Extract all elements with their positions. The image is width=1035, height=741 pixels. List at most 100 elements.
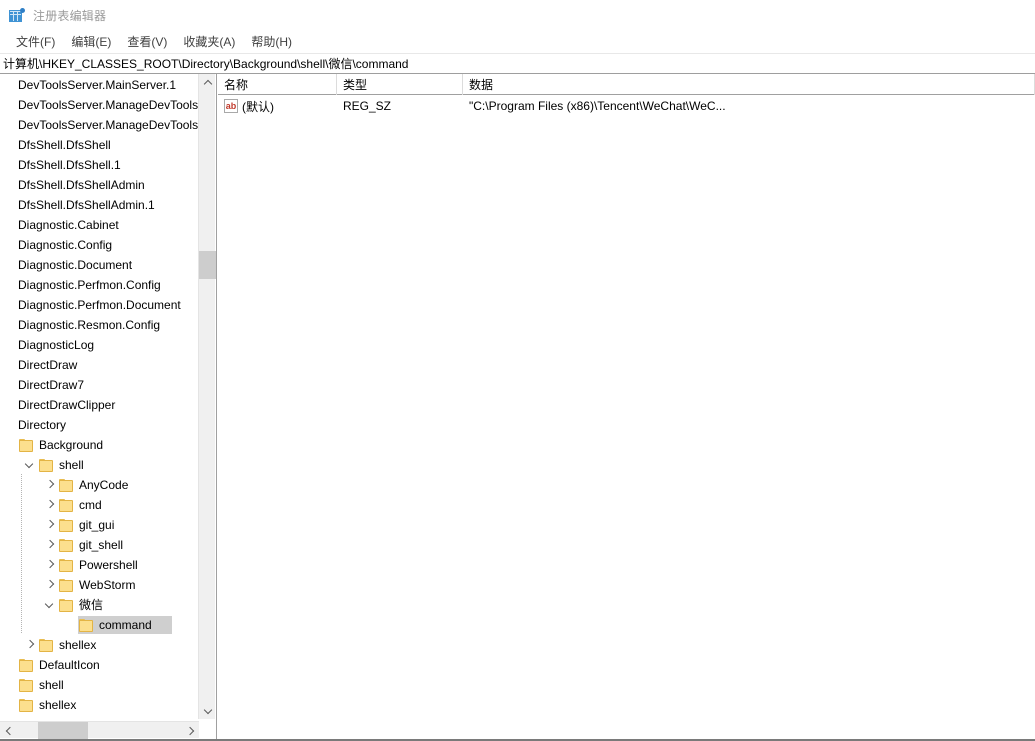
value-row[interactable]: ab (默认) REG_SZ "C:\Program Files (x86)\Tenc… [218,95,1035,117]
registry-tree: DevToolsServer.MainServer.1 DevToolsServe… [0,74,199,715]
tree-item[interactable]: Diagnostic.Perfmon.Config [0,275,199,295]
scroll-right-button[interactable] [182,722,199,739]
values-list: ab (默认) REG_SZ "C:\Program Files (x86)\Tenc… [218,95,1035,117]
tree-item[interactable]: DirectDrawClipper [0,395,199,415]
folder-icon [58,518,74,532]
tree-item-label: Directory [18,418,67,432]
tree-item[interactable]: shell [0,455,199,475]
tree-item[interactable]: DfsShell.DfsShellAdmin.1 [0,195,199,215]
tree-viewport: DevToolsServer.MainServer.1 DevToolsServe… [0,74,199,719]
tree-item-label: Diagnostic.Perfmon.Config [18,278,161,292]
expand-chevron-icon[interactable] [43,475,58,495]
tree-item[interactable]: DiagnosticLog [0,335,199,355]
tree-item-label: WebStorm [79,578,136,592]
tree-item-label: Diagnostic.Cabinet [18,218,119,232]
column-type[interactable]: 类型 [337,74,463,95]
tree-item[interactable]: Background [0,435,199,455]
chevron-down-icon [203,705,212,714]
menu-edit[interactable]: 编辑(E) [63,31,119,53]
tree-item-label: DiagnosticLog [18,338,95,352]
tree-item[interactable]: DefaultIcon [0,655,199,675]
collapse-chevron-icon[interactable] [43,595,58,615]
scroll-down-button[interactable] [199,702,216,719]
chevron-right-icon [185,726,194,735]
expand-chevron-icon[interactable] [43,535,58,555]
tree-item[interactable]: shellex [0,695,199,715]
tree-item[interactable]: Diagnostic.Cabinet [0,215,199,235]
tree-item-label: Diagnostic.Resmon.Config [18,318,161,332]
tree-item-selected[interactable]: command [0,615,199,635]
menu-file[interactable]: 文件(F) [8,31,63,53]
column-data[interactable]: 数据 [463,74,1035,95]
tree-item[interactable]: git_shell [0,535,199,555]
tree-item[interactable]: AnyCode [0,475,199,495]
tree-item[interactable]: DfsShell.DfsShell.1 [0,155,199,175]
value-type-cell: REG_SZ [343,99,392,113]
tree-item[interactable]: DirectDraw7 [0,375,199,395]
tree-item[interactable]: cmd [0,495,199,515]
title-bar: 注册表编辑器 [0,0,1035,31]
tree-item[interactable]: Directory [0,415,199,435]
tree-item-label: Diagnostic.Config [18,238,113,252]
tree-item[interactable]: shell [0,675,199,695]
address-bar[interactable]: 计算机\HKEY_CLASSES_ROOT\Directory\Backgrou… [0,53,1035,74]
tree-horizontal-scrollbar[interactable] [0,721,199,739]
tree-item-label: Diagnostic.Document [18,258,133,272]
scroll-up-button[interactable] [199,74,216,91]
tree-item[interactable]: Diagnostic.Perfmon.Document [0,295,199,315]
tree-item[interactable]: Diagnostic.Resmon.Config [0,315,199,335]
tree-item[interactable]: git_gui [0,515,199,535]
tree-vertical-scrollbar[interactable] [198,74,216,719]
scroll-left-button[interactable] [0,722,17,739]
tree-item[interactable]: DevToolsServer.ManageDevTools [0,115,199,135]
tree-item-label: DfsShell.DfsShellAdmin.1 [18,198,155,212]
registry-path: 计算机\HKEY_CLASSES_ROOT\Directory\Backgrou… [3,57,409,71]
value-name-cell: ab (默认) [224,95,337,117]
menu-view[interactable]: 查看(V) [119,31,175,53]
tree-item[interactable]: shellex [0,635,199,655]
tree-item[interactable]: Powershell [0,555,199,575]
column-name[interactable]: 名称 [218,74,337,95]
horizontal-scroll-thumb[interactable] [38,722,88,739]
tree-item[interactable]: DfsShell.DfsShellAdmin [0,175,199,195]
tree-item[interactable]: DirectDraw [0,355,199,375]
expand-chevron-icon[interactable] [43,555,58,575]
values-column-header: 名称 类型 数据 [218,74,1035,95]
folder-icon [38,458,54,472]
collapse-chevron-icon[interactable] [23,455,38,475]
tree-item[interactable]: Diagnostic.Document [0,255,199,275]
tree-item-label: DirectDraw [18,358,78,372]
menu-help[interactable]: 帮助(H) [243,31,300,53]
tree-item-label: shellex [59,638,97,652]
expand-chevron-icon[interactable] [23,635,38,655]
tree-item-label: DevToolsServer.ManageDevTools [18,98,199,112]
tree-item-label: shell [59,458,84,472]
tree-item-label: command [99,618,152,632]
expand-chevron-icon[interactable] [43,575,58,595]
value-name-text: (默认) [242,99,274,114]
tree-item[interactable]: Diagnostic.Config [0,235,199,255]
tree-item-label: git_gui [79,518,115,532]
tree-item[interactable]: DfsShell.DfsShell [0,135,199,155]
chevron-left-icon [5,726,14,735]
expand-chevron-icon[interactable] [43,495,58,515]
tree-item-label: Powershell [79,558,138,572]
folder-icon [58,598,74,612]
vertical-scroll-thumb[interactable] [199,251,216,279]
tree-item[interactable]: WebStorm [0,575,199,595]
expand-chevron-icon[interactable] [43,515,58,535]
menu-favorites[interactable]: 收藏夹(A) [175,31,243,53]
menu-bar: 文件(F) 编辑(E) 查看(V) 收藏夹(A) 帮助(H) [0,31,1035,53]
tree-item[interactable]: 微信 [0,595,199,615]
tree-item[interactable]: DevToolsServer.ManageDevTools [0,95,199,115]
registry-values-pane: 名称 类型 数据 ab (默认) REG_SZ "C:\Program Files (x8… [218,74,1035,739]
tree-item[interactable]: DevToolsServer.MainServer.1 [0,75,199,95]
